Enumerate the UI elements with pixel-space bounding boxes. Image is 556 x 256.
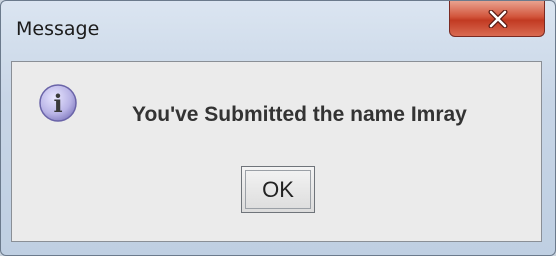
message-text: You've Submitted the name Imray [132,103,467,126]
title-bar[interactable]: Message [1,1,555,57]
svg-text:i: i [53,89,62,118]
message-dialog-window: Message i You've Submitted the name Imra… [0,0,556,256]
info-icon: i [39,84,77,122]
window-title: Message [16,18,100,40]
dialog-content: i You've Submitted the name Imray OK [11,61,542,242]
close-icon [488,10,508,28]
ok-button-label: OK [245,170,311,209]
ok-button[interactable]: OK [241,166,315,213]
close-button[interactable] [449,1,545,37]
